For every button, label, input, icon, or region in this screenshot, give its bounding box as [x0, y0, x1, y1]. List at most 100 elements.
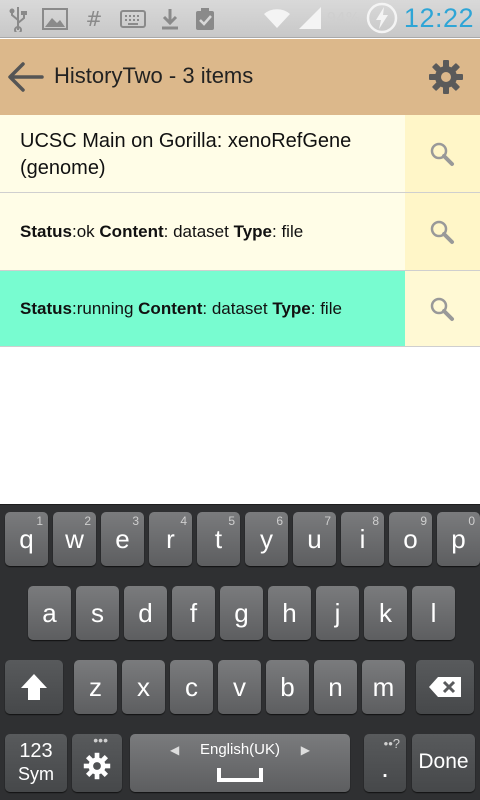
key-r[interactable]: r4	[149, 512, 192, 566]
key-label: q	[19, 524, 34, 554]
backspace-icon	[429, 677, 461, 697]
shift-arrow-icon	[21, 674, 47, 700]
key-g[interactable]: g	[220, 586, 263, 640]
key-label: b	[280, 672, 295, 702]
status-bar: # 94% 12:22	[0, 0, 480, 38]
battery-percent: 94%	[326, 9, 360, 27]
wifi-icon	[263, 9, 290, 28]
key-label: z	[89, 672, 102, 702]
space-bar-icon	[217, 768, 263, 782]
search-icon	[430, 297, 454, 321]
gear-icon[interactable]	[428, 59, 464, 95]
key-x[interactable]: x	[122, 660, 165, 714]
backspace-key[interactable]	[416, 660, 474, 714]
history-list: UCSC Main on Gorilla: xenoRefGene (genom…	[0, 115, 480, 347]
key-y[interactable]: y6	[245, 512, 288, 566]
key-l[interactable]: l	[412, 586, 455, 640]
soft-keyboard: q1w2e3r4t5y6u7i8o9p0 asdfghjkl zxcvbnm 1…	[0, 504, 480, 800]
key-label: e	[115, 524, 130, 554]
language-next-icon: ▶	[300, 743, 310, 757]
done-key[interactable]: Done	[412, 734, 475, 792]
image-icon	[42, 8, 68, 30]
key-label: f	[189, 598, 198, 628]
key-j[interactable]: j	[316, 586, 359, 640]
item-details: Status:ok Content: dataset Type: file	[20, 222, 304, 241]
key-label: p	[451, 524, 466, 554]
key-d[interactable]: d	[124, 586, 167, 640]
key-label: j	[334, 598, 341, 628]
key-p[interactable]: p0	[437, 512, 480, 566]
key-u[interactable]: u7	[293, 512, 336, 566]
list-item[interactable]: Status:running Content: dataset Type: fi…	[0, 271, 480, 347]
page-title: HistoryTwo - 3 items	[54, 63, 254, 88]
key-number-hint: 7	[324, 514, 331, 528]
key-label: r	[166, 524, 175, 554]
key-z[interactable]: z	[74, 660, 117, 714]
key-number-hint: 6	[276, 514, 283, 528]
key-t[interactable]: t5	[197, 512, 240, 566]
key-label: m	[372, 672, 395, 702]
key-label: t	[214, 524, 223, 554]
keyboard-icon	[120, 10, 146, 28]
key-number-hint: 5	[228, 514, 235, 528]
period-key[interactable]: ••? .	[364, 734, 406, 792]
key-number-hint: 3	[132, 514, 139, 528]
key-label: y	[260, 524, 273, 554]
usb-icon	[9, 7, 27, 32]
key-label: a	[42, 598, 57, 628]
key-label: h	[282, 598, 297, 628]
key-label: g	[234, 598, 249, 628]
download-icon	[162, 9, 178, 30]
battery-charging-icon	[366, 2, 398, 34]
key-label: i	[359, 524, 366, 554]
key-m[interactable]: m	[362, 660, 405, 714]
key-v[interactable]: v	[218, 660, 261, 714]
key-number-hint: 4	[180, 514, 187, 528]
list-item[interactable]: UCSC Main on Gorilla: xenoRefGene (genom…	[0, 115, 480, 193]
key-k[interactable]: k	[364, 586, 407, 640]
list-item[interactable]: Status:ok Content: dataset Type: file	[0, 193, 480, 271]
gear-icon	[83, 752, 111, 780]
settings-key[interactable]: •••	[72, 732, 122, 792]
action-bar: HistoryTwo - 3 items	[0, 39, 480, 115]
key-label: s	[91, 598, 104, 628]
key-number-hint: 8	[372, 514, 379, 528]
key-c[interactable]: c	[170, 660, 213, 714]
key-number-hint: 2	[84, 514, 91, 528]
key-label: d	[138, 598, 153, 628]
key-n[interactable]: n	[314, 660, 357, 714]
key-a[interactable]: a	[28, 586, 71, 640]
back-arrow-icon[interactable]	[6, 58, 44, 96]
search-button[interactable]	[405, 193, 480, 270]
key-label: u	[307, 524, 322, 554]
key-w[interactable]: w2	[53, 512, 96, 566]
item-title: UCSC Main on Gorilla: xenoRefGene (genom…	[20, 130, 352, 179]
shift-key[interactable]	[5, 660, 63, 714]
clock: 12:22	[403, 2, 474, 33]
key-label: k	[379, 598, 392, 628]
key-h[interactable]: h	[268, 586, 311, 640]
sym-key[interactable]: 123 Sym	[5, 734, 67, 792]
key-q[interactable]: q1	[5, 512, 48, 566]
key-i[interactable]: i8	[341, 512, 384, 566]
key-label: o	[403, 524, 418, 554]
search-button[interactable]	[405, 271, 480, 346]
key-o[interactable]: o9	[389, 512, 432, 566]
item-details: Status:running Content: dataset Type: fi…	[20, 299, 342, 318]
search-icon	[430, 142, 454, 166]
key-label: x	[137, 672, 150, 702]
key-label: l	[430, 598, 437, 628]
key-label: v	[233, 672, 246, 702]
key-number-hint: 9	[420, 514, 427, 528]
key-f[interactable]: f	[172, 586, 215, 640]
search-icon	[430, 220, 454, 244]
key-s[interactable]: s	[76, 586, 119, 640]
key-label: w	[65, 524, 84, 554]
space-key[interactable]: ◀ English(UK) ▶	[130, 734, 350, 792]
key-b[interactable]: b	[266, 660, 309, 714]
search-button[interactable]	[405, 115, 480, 192]
clipboard-check-icon	[196, 8, 214, 30]
hash-icon: #	[85, 7, 103, 31]
key-e[interactable]: e3	[101, 512, 144, 566]
key-label: n	[328, 672, 343, 702]
